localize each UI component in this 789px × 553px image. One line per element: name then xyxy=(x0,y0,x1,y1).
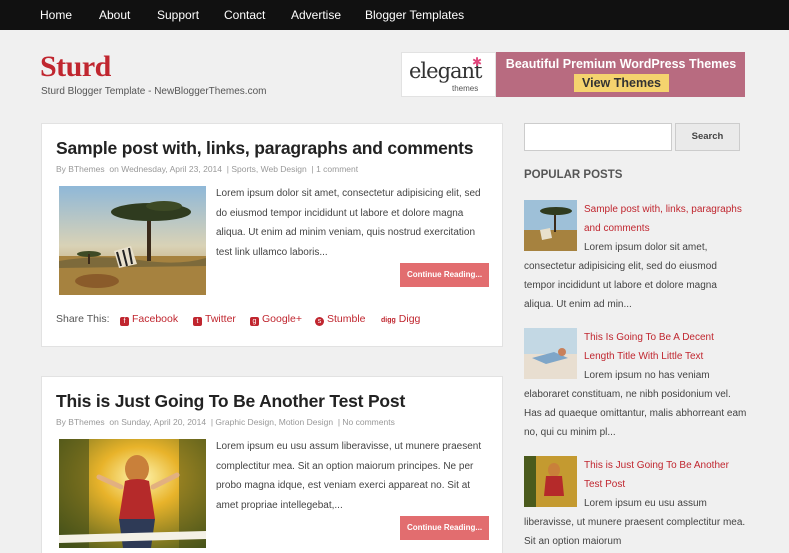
post-thumbnail[interactable] xyxy=(59,186,206,295)
popular-post-excerpt: Lorem ipsum eu usu assum liberavisse, ut… xyxy=(524,498,746,547)
ad-logo-subtext: themes xyxy=(452,84,479,93)
ad-logo-text: elegant xyxy=(409,59,482,83)
digg-icon: digg xyxy=(381,317,396,324)
popular-post-excerpt: Lorem ipsum no has veniam elaboraret con… xyxy=(524,370,747,438)
post-date: on Wednesday, April 23, 2014 xyxy=(109,164,223,174)
post-title[interactable]: Sample post with, links, paragraphs and … xyxy=(56,138,474,159)
post-author[interactable]: By BThemes xyxy=(56,417,105,427)
post-labels[interactable]: | Sports, Web Design xyxy=(227,164,307,174)
top-navigation: Home About Support Contact Advertise Blo… xyxy=(0,0,789,30)
twitter-icon: t xyxy=(193,317,202,326)
post-comments-link[interactable]: | No comments xyxy=(338,417,395,427)
stumbleupon-icon: s xyxy=(315,317,324,326)
post-excerpt: Lorem ipsum eu usu assum liberavisse, ut… xyxy=(216,441,482,511)
share-facebook-label: Facebook xyxy=(132,313,179,325)
elegant-themes-logo: elegant ✱ themes xyxy=(401,52,496,97)
facebook-icon: f xyxy=(120,317,129,326)
post-thumbnail[interactable] xyxy=(59,439,206,548)
continue-reading-button[interactable]: Continue Reading... xyxy=(400,263,489,287)
post-author[interactable]: By BThemes xyxy=(56,164,105,174)
popular-posts-heading: POPULAR POSTS xyxy=(524,169,623,181)
post-meta: By BThemes on Sunday, April 20, 2014 | G… xyxy=(56,417,395,427)
flower-icon: ✱ xyxy=(472,55,483,69)
post-excerpt: Lorem ipsum dolor sit amet, consectetur … xyxy=(216,188,481,258)
share-digg[interactable]: digg Digg xyxy=(381,313,420,325)
share-digg-label: Digg xyxy=(398,313,421,325)
nav-home[interactable]: Home xyxy=(40,8,72,22)
post-title[interactable]: This is Just Going To Be Another Test Po… xyxy=(56,391,405,412)
share-stumble[interactable]: s Stumble xyxy=(315,313,366,326)
ad-banner[interactable]: elegant ✱ themes Beautiful Premium WordP… xyxy=(401,52,745,97)
post-date: on Sunday, April 20, 2014 xyxy=(109,417,207,427)
share-twitter[interactable]: t Twitter xyxy=(193,313,236,326)
post-card: This is Just Going To Be Another Test Po… xyxy=(41,376,503,553)
search-input[interactable] xyxy=(524,123,672,151)
share-twitter-label: Twitter xyxy=(205,313,236,325)
share-label: Share This: xyxy=(56,313,110,325)
post-comments-link[interactable]: | 1 comment xyxy=(312,164,359,174)
popular-post-title[interactable]: This Is Going To Be A Decent Length Titl… xyxy=(584,328,746,366)
nav-blogger-templates[interactable]: Blogger Templates xyxy=(365,8,464,22)
site-tagline: Sturd Blogger Template - NewBloggerTheme… xyxy=(41,86,267,97)
nav-support[interactable]: Support xyxy=(157,8,199,22)
nav-contact[interactable]: Contact xyxy=(224,8,265,22)
continue-reading-button[interactable]: Continue Reading... xyxy=(400,516,489,540)
search-button[interactable]: Search xyxy=(675,123,740,151)
post-card: Sample post with, links, paragraphs and … xyxy=(41,123,503,347)
popular-post-title[interactable]: Sample post with, links, paragraphs and … xyxy=(584,200,746,238)
share-stumble-label: Stumble xyxy=(327,313,366,325)
nav-advertise[interactable]: Advertise xyxy=(291,8,341,22)
share-google-label: Google+ xyxy=(262,313,302,325)
site-logo[interactable]: Sturd xyxy=(40,50,111,84)
post-meta: By BThemes on Wednesday, April 23, 2014 … xyxy=(56,164,358,174)
popular-post-title[interactable]: This is Just Going To Be Another Test Po… xyxy=(584,456,746,494)
google-plus-icon: g xyxy=(250,317,259,326)
popular-post-excerpt: Lorem ipsum dolor sit amet, consectetur … xyxy=(524,242,717,310)
nav-about[interactable]: About xyxy=(99,8,130,22)
post-labels[interactable]: | Graphic Design, Motion Design xyxy=(211,417,333,427)
view-themes-button[interactable]: View Themes xyxy=(574,74,669,92)
ad-title: Beautiful Premium WordPress Themes xyxy=(505,57,737,71)
share-google-plus[interactable]: g Google+ xyxy=(250,313,302,326)
share-facebook[interactable]: f Facebook xyxy=(120,313,178,326)
